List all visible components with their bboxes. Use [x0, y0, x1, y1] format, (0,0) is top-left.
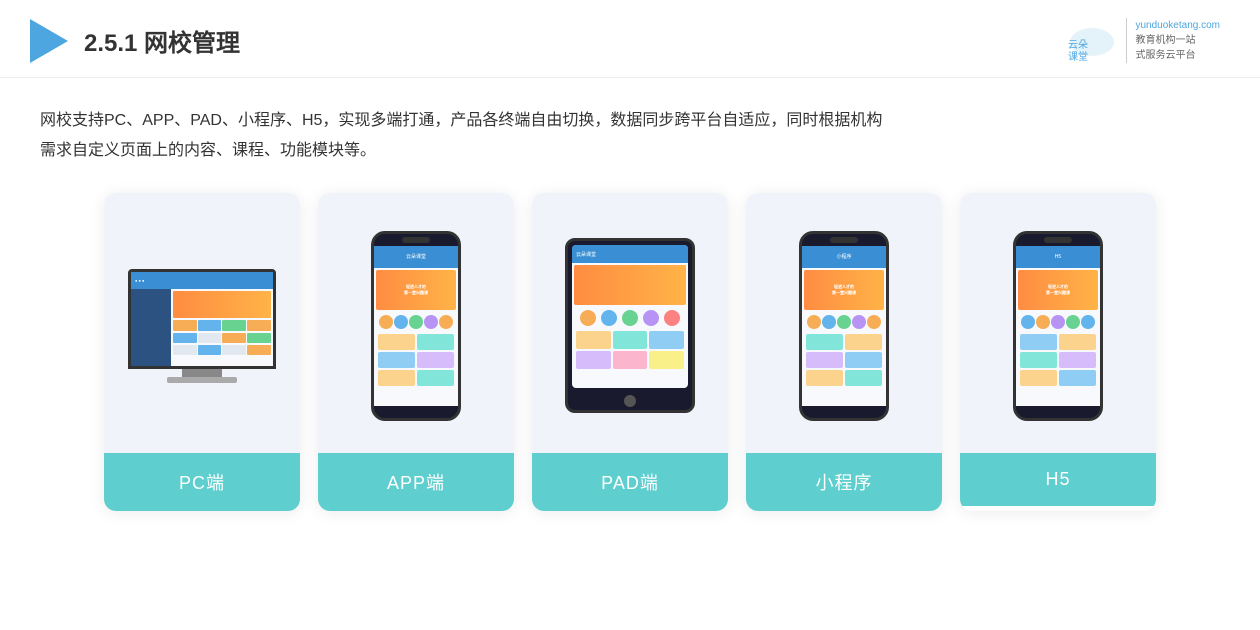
- card-miniprogram: 小程序 轻进人才的第一堂兴趣课: [746, 193, 942, 511]
- header-left: 2.5.1 网校管理: [30, 19, 240, 63]
- description-line2: 需求自定义页面上的内容、课程、功能模块等。: [40, 136, 1220, 166]
- card-miniprogram-label: 小程序: [746, 453, 942, 511]
- card-pad-label: PAD端: [532, 453, 728, 511]
- svg-text:云朵: 云朵: [1068, 39, 1088, 51]
- cards-section: ● ● ●: [0, 183, 1260, 541]
- svg-text:课堂: 课堂: [1068, 51, 1088, 62]
- device-h5-mockup: H5 轻进人才的第一堂兴趣课: [1013, 231, 1103, 421]
- device-pc-mockup: ● ● ●: [128, 269, 276, 383]
- logo-slogan: yunduoketang.com 教育机构一站 式服务云平台: [1126, 18, 1220, 63]
- device-miniprogram-mockup: 小程序 轻进人才的第一堂兴趣课: [799, 231, 889, 421]
- card-miniprogram-image: 小程序 轻进人才的第一堂兴趣课: [746, 193, 942, 453]
- card-pc: ● ● ●: [104, 193, 300, 511]
- description-block: 网校支持PC、APP、PAD、小程序、H5，实现多端打通，产品各终端自由切换，数…: [0, 78, 1260, 183]
- card-pc-label: PC端: [104, 453, 300, 511]
- card-app-label: APP端: [318, 453, 514, 511]
- card-app: 云朵课堂 轻进人才的第一堂兴趣课: [318, 193, 514, 511]
- card-pad-image: 云朵课堂: [532, 193, 728, 453]
- description-line1: 网校支持PC、APP、PAD、小程序、H5，实现多端打通，产品各终端自由切换，数…: [40, 106, 1220, 136]
- pc-screen: ● ● ●: [128, 269, 276, 369]
- yunduoketang-logo-icon: 云朵 课堂: [1066, 20, 1118, 62]
- logo-triangle-icon: [30, 19, 68, 63]
- card-app-image: 云朵课堂 轻进人才的第一堂兴趣课: [318, 193, 514, 453]
- page: 2.5.1 网校管理 云朵 课堂 yunduoketang.com 教育机构一站…: [0, 0, 1260, 630]
- card-pc-image: ● ● ●: [104, 193, 300, 453]
- card-pad: 云朵课堂: [532, 193, 728, 511]
- card-h5-image: H5 轻进人才的第一堂兴趣课: [960, 193, 1156, 453]
- logo-right: 云朵 课堂 yunduoketang.com 教育机构一站 式服务云平台: [1066, 18, 1220, 63]
- header: 2.5.1 网校管理 云朵 课堂 yunduoketang.com 教育机构一站…: [0, 0, 1260, 78]
- device-pad-mockup: 云朵课堂: [565, 238, 695, 413]
- page-title: 2.5.1 网校管理: [84, 23, 240, 58]
- card-h5-label: H5: [960, 453, 1156, 506]
- device-app-mockup: 云朵课堂 轻进人才的第一堂兴趣课: [371, 231, 461, 421]
- logo-cloud: 云朵 课堂: [1066, 20, 1118, 62]
- card-h5: H5 轻进人才的第一堂兴趣课: [960, 193, 1156, 511]
